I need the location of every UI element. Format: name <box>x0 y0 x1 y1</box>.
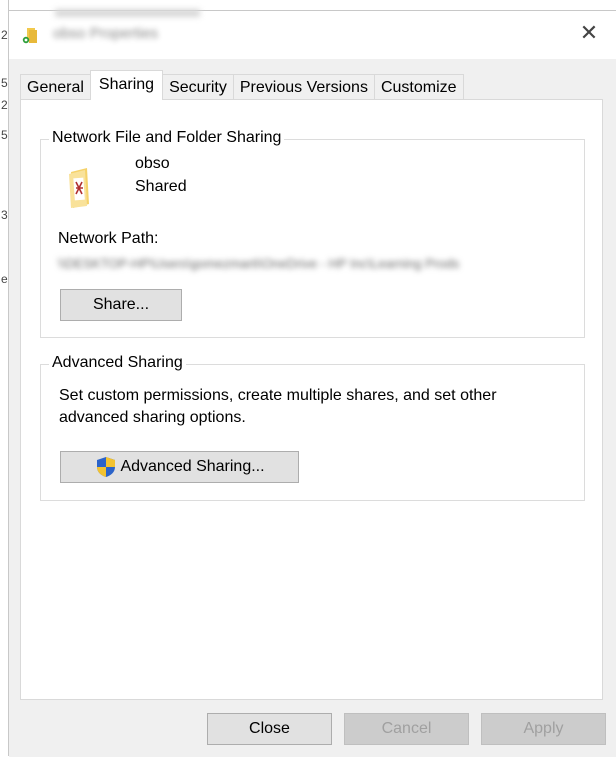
network-sharing-group: Network File and Folder Sharing obso Sha… <box>40 129 585 338</box>
close-button[interactable]: Close <box>207 713 332 745</box>
window-title: obso Properties <box>53 25 159 42</box>
network-path-value: \\DESKTOP-HP\Users\gomezmarti\OneDrive -… <box>58 256 460 271</box>
dialog-footer: Close Cancel Apply <box>9 701 616 757</box>
advanced-sharing-button-label: Advanced Sharing... <box>120 458 265 475</box>
edge-glyph: 5 <box>1 128 8 142</box>
folder-name: obso <box>135 155 170 172</box>
edge-glyph: 2 <box>1 28 8 42</box>
edge-glyph: e <box>1 272 8 286</box>
sharing-status: Shared <box>135 178 187 195</box>
close-icon[interactable]: ✕ <box>576 20 602 46</box>
edge-glyph: 2 <box>1 98 8 112</box>
advanced-sharing-description: Set custom permissions, create multiple … <box>59 387 497 426</box>
tab-security[interactable]: Security <box>162 74 234 100</box>
tab-previous-versions[interactable]: Previous Versions <box>232 74 375 100</box>
cancel-button[interactable]: Cancel <box>344 713 469 745</box>
apply-button[interactable]: Apply <box>481 713 606 745</box>
tab-customize[interactable]: Customize <box>373 74 464 100</box>
tab-sharing[interactable]: Sharing <box>89 70 164 100</box>
shared-folder-icon <box>22 28 37 44</box>
background-window-title-blur <box>55 9 200 17</box>
network-path-label: Network Path: <box>58 230 159 247</box>
uac-shield-icon <box>97 457 116 477</box>
folder-icon <box>69 168 89 208</box>
advanced-sharing-group-title: Advanced Sharing <box>49 354 186 372</box>
tab-general[interactable]: General <box>20 74 91 100</box>
advanced-sharing-button[interactable]: Advanced Sharing... <box>60 451 299 483</box>
advanced-sharing-group: Advanced Sharing Set custom permissions,… <box>40 354 585 501</box>
tab-strip: General Sharing Security Previous Versio… <box>20 70 464 100</box>
title-bar[interactable]: obso Properties ✕ <box>9 9 616 59</box>
edge-glyph: 5 <box>1 76 8 90</box>
share-button[interactable]: Share... <box>60 289 182 321</box>
network-sharing-group-title: Network File and Folder Sharing <box>49 129 285 147</box>
edge-glyph: 3 <box>1 208 8 222</box>
sharing-panel: Network File and Folder Sharing obso Sha… <box>20 99 603 700</box>
background-window-edge: 2 5 2 5 3 e <box>0 0 9 756</box>
properties-dialog: obso Properties ✕ General Sharing Securi… <box>9 9 616 757</box>
